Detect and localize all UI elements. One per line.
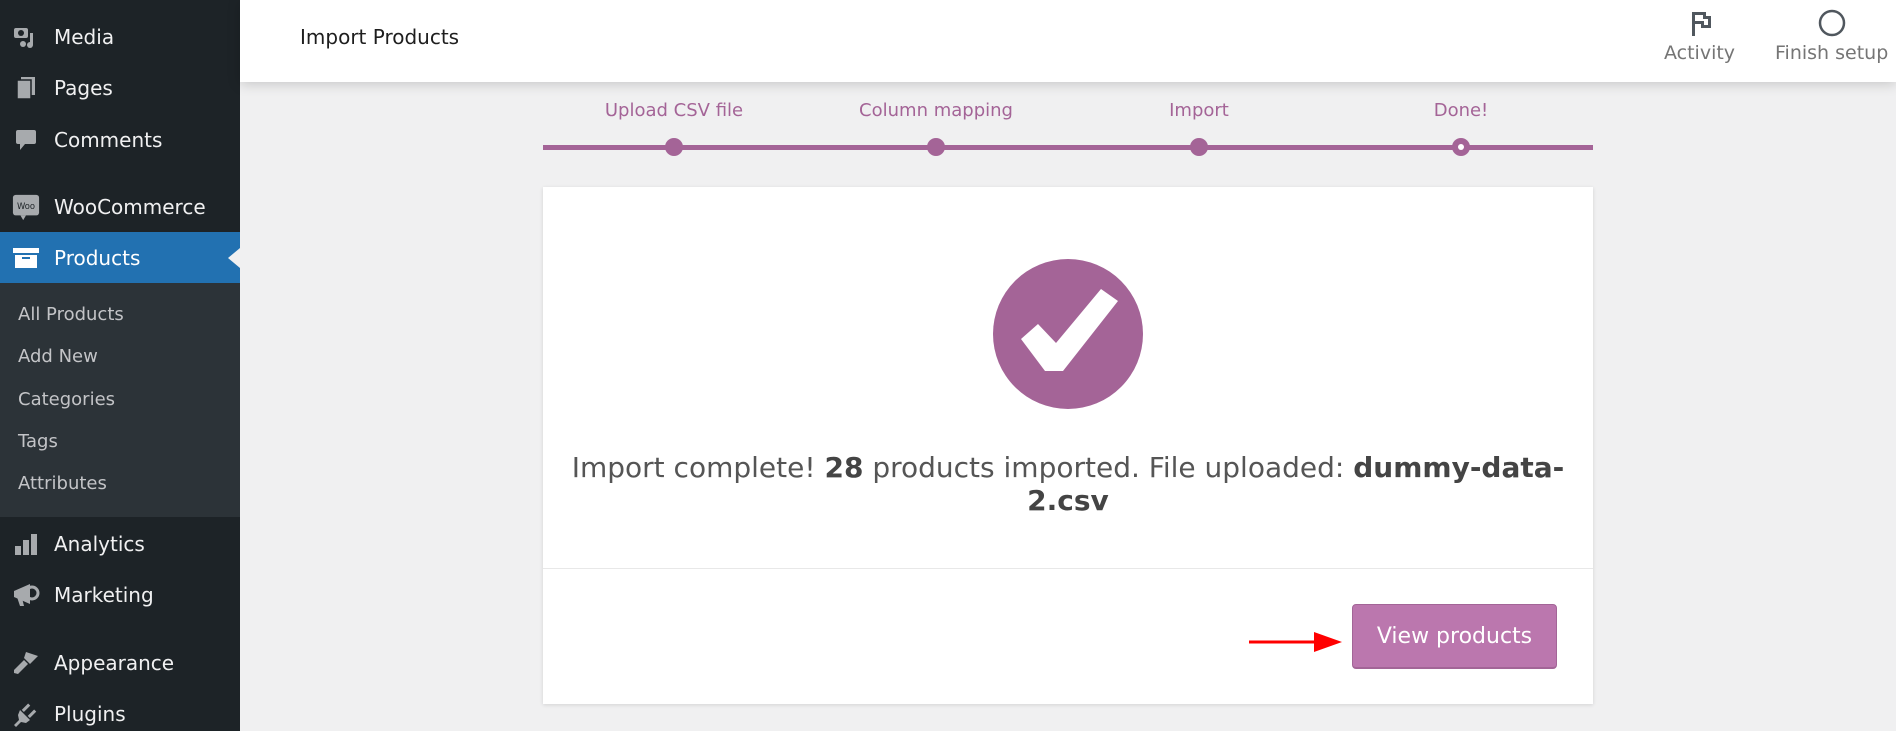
plugins-icon (12, 700, 40, 728)
sidebar-item-label: Plugins (54, 702, 126, 726)
step-done: Done! (1433, 100, 1489, 121)
annotation-arrow-icon (1249, 632, 1342, 652)
result-middle: products imported. File uploaded: (872, 451, 1345, 484)
finish-setup-button[interactable]: Finish setup (1775, 8, 1888, 64)
finish-setup-label: Finish setup (1775, 42, 1889, 64)
sidebar-item-marketing[interactable]: Marketing (0, 570, 240, 620)
activity-button[interactable]: Activity (1664, 8, 1735, 64)
step-dot-upload-csv (665, 138, 683, 156)
page-title: Import Products (300, 25, 460, 49)
step-dot-done-current (1452, 138, 1470, 156)
submenu-categories[interactable]: Categories (18, 389, 115, 410)
stepper-line (543, 145, 1593, 150)
pages-icon (12, 74, 40, 102)
flag-icon (1691, 12, 1711, 36)
sidebar-item-plugins[interactable]: Plugins (0, 689, 240, 731)
import-stepper: Upload CSV file Column mapping Import Do… (543, 100, 1593, 160)
import-result-card: Import complete! 28 products imported. F… (543, 187, 1593, 704)
page-header: Import Products Activity Finish setup (240, 0, 1896, 82)
sidebar-item-woocommerce[interactable]: Woo WooCommerce (0, 182, 240, 232)
media-icon (12, 23, 40, 51)
step-import: Import (1169, 100, 1229, 121)
sidebar-item-label: Marketing (54, 583, 154, 607)
sidebar-item-label: Products (54, 245, 141, 270)
svg-text:Woo: Woo (17, 201, 35, 211)
sidebar-item-label: WooCommerce (54, 195, 206, 219)
submenu-tags[interactable]: Tags (18, 431, 58, 452)
sidebar-item-media[interactable]: Media (0, 12, 240, 62)
sidebar-item-label: Pages (54, 76, 113, 100)
sidebar-item-products[interactable]: Products (0, 232, 240, 283)
comments-icon (12, 126, 40, 154)
circle-icon (1818, 9, 1845, 37)
analytics-icon (12, 530, 40, 558)
appearance-icon (12, 649, 40, 677)
admin-sidebar: Media Pages Comments Woo WooCommerce Pro… (0, 0, 240, 731)
sidebar-item-label: Media (54, 25, 115, 49)
marketing-icon (12, 581, 40, 609)
sidebar-item-label: Analytics (54, 532, 145, 556)
import-result-message: Import complete! 28 products imported. F… (543, 451, 1593, 517)
sidebar-item-appearance[interactable]: Appearance (0, 638, 240, 688)
result-prefix: Import complete! (571, 451, 816, 484)
view-products-button[interactable]: View products (1352, 604, 1557, 669)
sidebar-item-analytics[interactable]: Analytics (0, 519, 240, 569)
step-dot-column-mapping (927, 138, 945, 156)
imported-count: 28 (824, 451, 864, 484)
submenu-add-new[interactable]: Add New (18, 346, 98, 367)
products-icon (12, 244, 40, 272)
woocommerce-icon: Woo (12, 193, 40, 221)
step-upload-csv: Upload CSV file (604, 100, 744, 121)
step-dot-import (1190, 138, 1208, 156)
sidebar-item-label: Appearance (54, 651, 175, 675)
card-divider (543, 568, 1593, 569)
sidebar-item-comments[interactable]: Comments (0, 115, 240, 165)
products-submenu: All Products Add New Categories Tags Att… (0, 283, 240, 517)
submenu-attributes[interactable]: Attributes (18, 473, 107, 494)
step-column-mapping: Column mapping (859, 100, 1013, 121)
submenu-all-products[interactable]: All Products (18, 304, 124, 325)
activity-label: Activity (1664, 42, 1736, 64)
checkmark-circle-icon (993, 259, 1143, 409)
sidebar-item-label: Comments (54, 128, 163, 152)
sidebar-item-pages[interactable]: Pages (0, 63, 240, 113)
